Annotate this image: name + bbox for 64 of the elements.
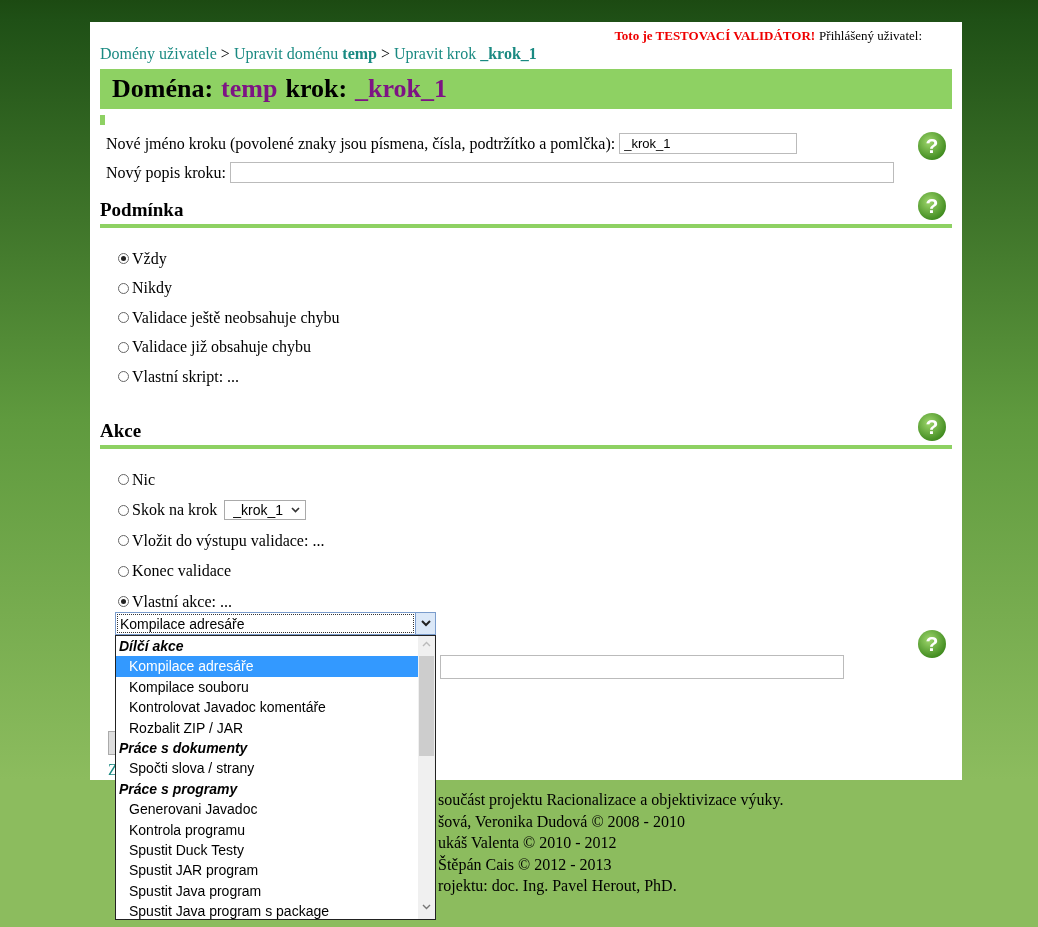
option-group-label: Práce s dokumenty (118, 738, 249, 758)
radio-button[interactable] (118, 535, 129, 547)
dropdown-option[interactable]: Rozbalit ZIP / JAR (116, 717, 418, 738)
radio-button[interactable] (118, 474, 129, 486)
chevron-down-icon (420, 620, 431, 627)
dropdown-option[interactable]: Spustit Java program (116, 880, 418, 902)
step-select[interactable]: _krok_1 (224, 500, 307, 521)
radio-button[interactable] (118, 253, 129, 265)
footer-line: šová, Veronika Dudová © 2008 - 2010 (438, 811, 686, 832)
step-name: _krok_1 (355, 74, 448, 104)
action-dropdown[interactable]: Kompilace adresáře (115, 612, 436, 635)
section-title: Podmínka (100, 199, 184, 221)
option-group-label: Dílčí akce (118, 637, 185, 656)
option-label: Vlastní skript: ... (132, 367, 240, 386)
option-label: Skok na krok (132, 501, 218, 520)
dropdown-option[interactable]: Kompilace souboru (116, 676, 418, 698)
field-label: Nový popis kroku: (106, 163, 226, 182)
option-label: Nic (132, 470, 156, 489)
radio-button[interactable] (118, 565, 129, 577)
scrollbar[interactable] (418, 636, 435, 919)
radio-button[interactable] (118, 371, 129, 383)
text-field[interactable] (440, 655, 844, 679)
option-label: Validace již obsahuje chybu (132, 338, 312, 357)
marker (100, 115, 105, 125)
section-title: Akce (100, 419, 142, 442)
radio-button[interactable] (118, 504, 129, 516)
step-name-field[interactable]: _krok_1 (619, 133, 798, 154)
radio-button[interactable] (118, 596, 129, 608)
option-label: Nikdy (132, 279, 172, 298)
user-label: Přihlášený uživatel: (819, 28, 922, 44)
field-label: Nové jméno kroku (povolené znaky jsou písmena, čísla, podtržítko a pomlčka): (106, 134, 616, 153)
footer-line: součást projektu Racionalizace a objektivizace výuky. (438, 790, 785, 811)
option-label: Vlastní akce: ... (132, 592, 232, 611)
chevron-down-icon (291, 507, 301, 514)
radio-button[interactable] (118, 341, 129, 353)
option-group-label: Práce s programy (118, 779, 239, 799)
test-warning: Toto je TESTOVACÍ VALIDÁTOR! (614, 28, 816, 44)
dropdown-button[interactable] (415, 613, 435, 634)
option-label: Validace ještě neobsahuje chybu (132, 308, 340, 327)
dropdown-option[interactable]: Generovani Javadoc (116, 799, 418, 820)
radio-button[interactable] (118, 312, 129, 324)
domain-name: temp (221, 74, 278, 104)
option-label: Konec validace (132, 562, 232, 581)
option-label: Vložit do výstupu validace: ... (132, 531, 325, 550)
dropdown-option[interactable]: Spustit Java program s package (116, 901, 418, 919)
domain-label: Doména: (112, 74, 214, 104)
option-label: Vždy (132, 249, 167, 268)
breadcrumb-separator: > (220, 45, 230, 63)
dropdown-option[interactable]: Spustit Duck Testy (116, 839, 418, 861)
step-label: krok: (285, 74, 348, 104)
scroll-down-icon[interactable] (422, 904, 431, 910)
breadcrumb-link[interactable]: Domény uživatele (100, 45, 217, 63)
step-description-field[interactable] (230, 162, 894, 183)
breadcrumb-separator: > (380, 45, 390, 63)
footer-line: Štěpán Cais © 2012 - 2013 (438, 854, 613, 875)
breadcrumb-link[interactable]: Upravit krok _krok_1 (394, 45, 537, 63)
dropdown-option[interactable]: Kontrola programu (116, 819, 418, 840)
dropdown-option[interactable]: Spustit JAR program (116, 860, 418, 881)
radio-button[interactable] (118, 282, 129, 294)
footer-line: rojektu: doc. Ing. Pavel Herout, PhD. (438, 876, 678, 897)
dropdown-option[interactable]: Spočti slova / strany (116, 758, 418, 779)
dropdown-option[interactable]: Kontrolovat Javadoc komentáře (116, 697, 418, 718)
footer-line: ukáš Valenta © 2010 - 2012 (438, 833, 618, 853)
breadcrumb-link[interactable]: Upravit doménu temp (233, 45, 377, 63)
